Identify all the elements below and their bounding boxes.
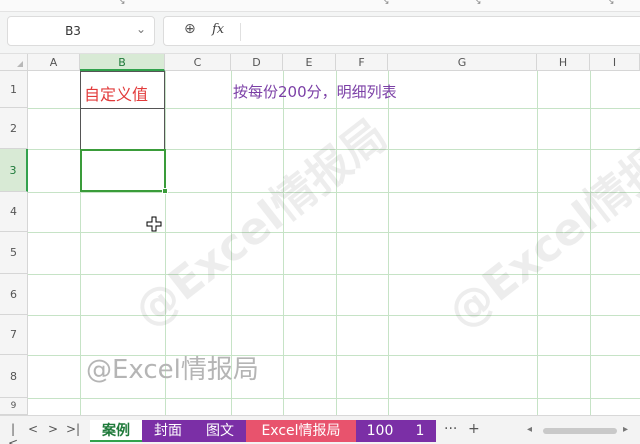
column-header-c[interactable]: C bbox=[165, 54, 231, 71]
row-header-2[interactable]: 2 bbox=[0, 108, 28, 149]
row-header-3[interactable]: 3 bbox=[0, 149, 28, 192]
cell-b1-divider bbox=[80, 108, 165, 109]
gridline bbox=[28, 315, 640, 316]
select-all-corner[interactable] bbox=[0, 54, 28, 71]
formula-input[interactable]: ⊕ fx bbox=[163, 16, 640, 46]
name-box-value: B3 bbox=[65, 24, 81, 38]
selected-cell-b3[interactable] bbox=[80, 149, 166, 192]
gridline bbox=[590, 71, 591, 415]
zoom-search-icon[interactable]: ⊕ bbox=[184, 21, 196, 37]
sheet-tab-100[interactable]: 100 bbox=[356, 420, 404, 442]
column-header-f[interactable]: F bbox=[336, 54, 388, 71]
column-header-d[interactable]: D bbox=[231, 54, 283, 71]
spreadsheet-grid[interactable]: A B C D E F G H I 1 2 3 4 5 6 7 8 9 自定义值… bbox=[0, 54, 640, 415]
first-sheet-icon[interactable]: |< bbox=[6, 422, 20, 444]
fill-handle[interactable] bbox=[162, 188, 168, 194]
more-sheets-icon[interactable]: ··· bbox=[444, 421, 457, 437]
row-header-9[interactable]: 9 bbox=[0, 398, 28, 415]
dialog-launcher-icon[interactable]: ↘ bbox=[607, 0, 615, 7]
chevron-down-icon[interactable]: ⌄ bbox=[136, 22, 146, 36]
cell-b1[interactable]: 自定义值 bbox=[84, 81, 148, 105]
row-header-7[interactable]: 7 bbox=[0, 315, 28, 355]
row-header-5[interactable]: 5 bbox=[0, 232, 28, 274]
dialog-launcher-icon[interactable]: ↘ bbox=[474, 0, 482, 7]
column-header-a[interactable]: A bbox=[28, 54, 80, 71]
sheet-tab-图文[interactable]: 图文 bbox=[194, 420, 246, 442]
column-header-b[interactable]: B bbox=[80, 54, 165, 71]
column-header-e[interactable]: E bbox=[283, 54, 336, 71]
last-sheet-icon[interactable]: >| bbox=[66, 422, 80, 436]
column-header-h[interactable]: H bbox=[537, 54, 590, 71]
sheet-tab-bar: |< < > >| 案例 封面 图文 Excel情报局 100 1 ··· + … bbox=[0, 415, 640, 444]
sheet-tab-1[interactable]: 1 bbox=[404, 420, 436, 442]
name-box[interactable]: B3 ⌄ bbox=[7, 16, 155, 46]
column-header-i[interactable]: I bbox=[590, 54, 640, 71]
cross-cursor-icon bbox=[146, 216, 162, 232]
gridline bbox=[28, 192, 640, 193]
horizontal-scrollbar[interactable]: ◂ ▸ bbox=[519, 424, 634, 437]
row-header-1[interactable]: 1 bbox=[0, 71, 28, 108]
scrollbar-thumb[interactable] bbox=[543, 428, 617, 434]
dialog-launcher-icon[interactable]: ↘ bbox=[118, 0, 126, 7]
scroll-left-icon[interactable]: ◂ bbox=[527, 424, 532, 435]
formula-bar: B3 ⌄ ⊕ fx bbox=[0, 12, 640, 54]
gridline bbox=[28, 398, 640, 399]
watermark-label: @Excel情报局 bbox=[86, 355, 259, 385]
row-header-8[interactable]: 8 bbox=[0, 355, 28, 398]
column-header-g[interactable]: G bbox=[388, 54, 537, 71]
gridline bbox=[28, 274, 640, 275]
add-sheet-button[interactable]: + bbox=[468, 421, 480, 437]
fx-icon[interactable]: fx bbox=[212, 22, 224, 37]
sheet-tab-封面[interactable]: 封面 bbox=[142, 420, 194, 442]
row-header-4[interactable]: 4 bbox=[0, 192, 28, 232]
dialog-launcher-icon[interactable]: ↘ bbox=[382, 0, 390, 7]
row-header-6[interactable]: 6 bbox=[0, 274, 28, 315]
next-sheet-icon[interactable]: > bbox=[46, 422, 60, 436]
formula-separator bbox=[240, 23, 241, 41]
gridline bbox=[537, 71, 538, 415]
gridline bbox=[336, 71, 337, 415]
prev-sheet-icon[interactable]: < bbox=[26, 422, 40, 436]
gridline bbox=[388, 71, 389, 415]
gridline bbox=[28, 232, 640, 233]
scroll-right-icon[interactable]: ▸ bbox=[623, 424, 628, 435]
ribbon-strip: ↘ ↘ ↘ ↘ bbox=[0, 0, 640, 12]
cell-d1[interactable]: 按每份200分，明细列表 bbox=[233, 81, 397, 102]
sheet-tab-excel情报局[interactable]: Excel情报局 bbox=[246, 420, 356, 442]
gridline bbox=[283, 71, 284, 415]
sheet-tab-案例[interactable]: 案例 bbox=[90, 420, 142, 442]
